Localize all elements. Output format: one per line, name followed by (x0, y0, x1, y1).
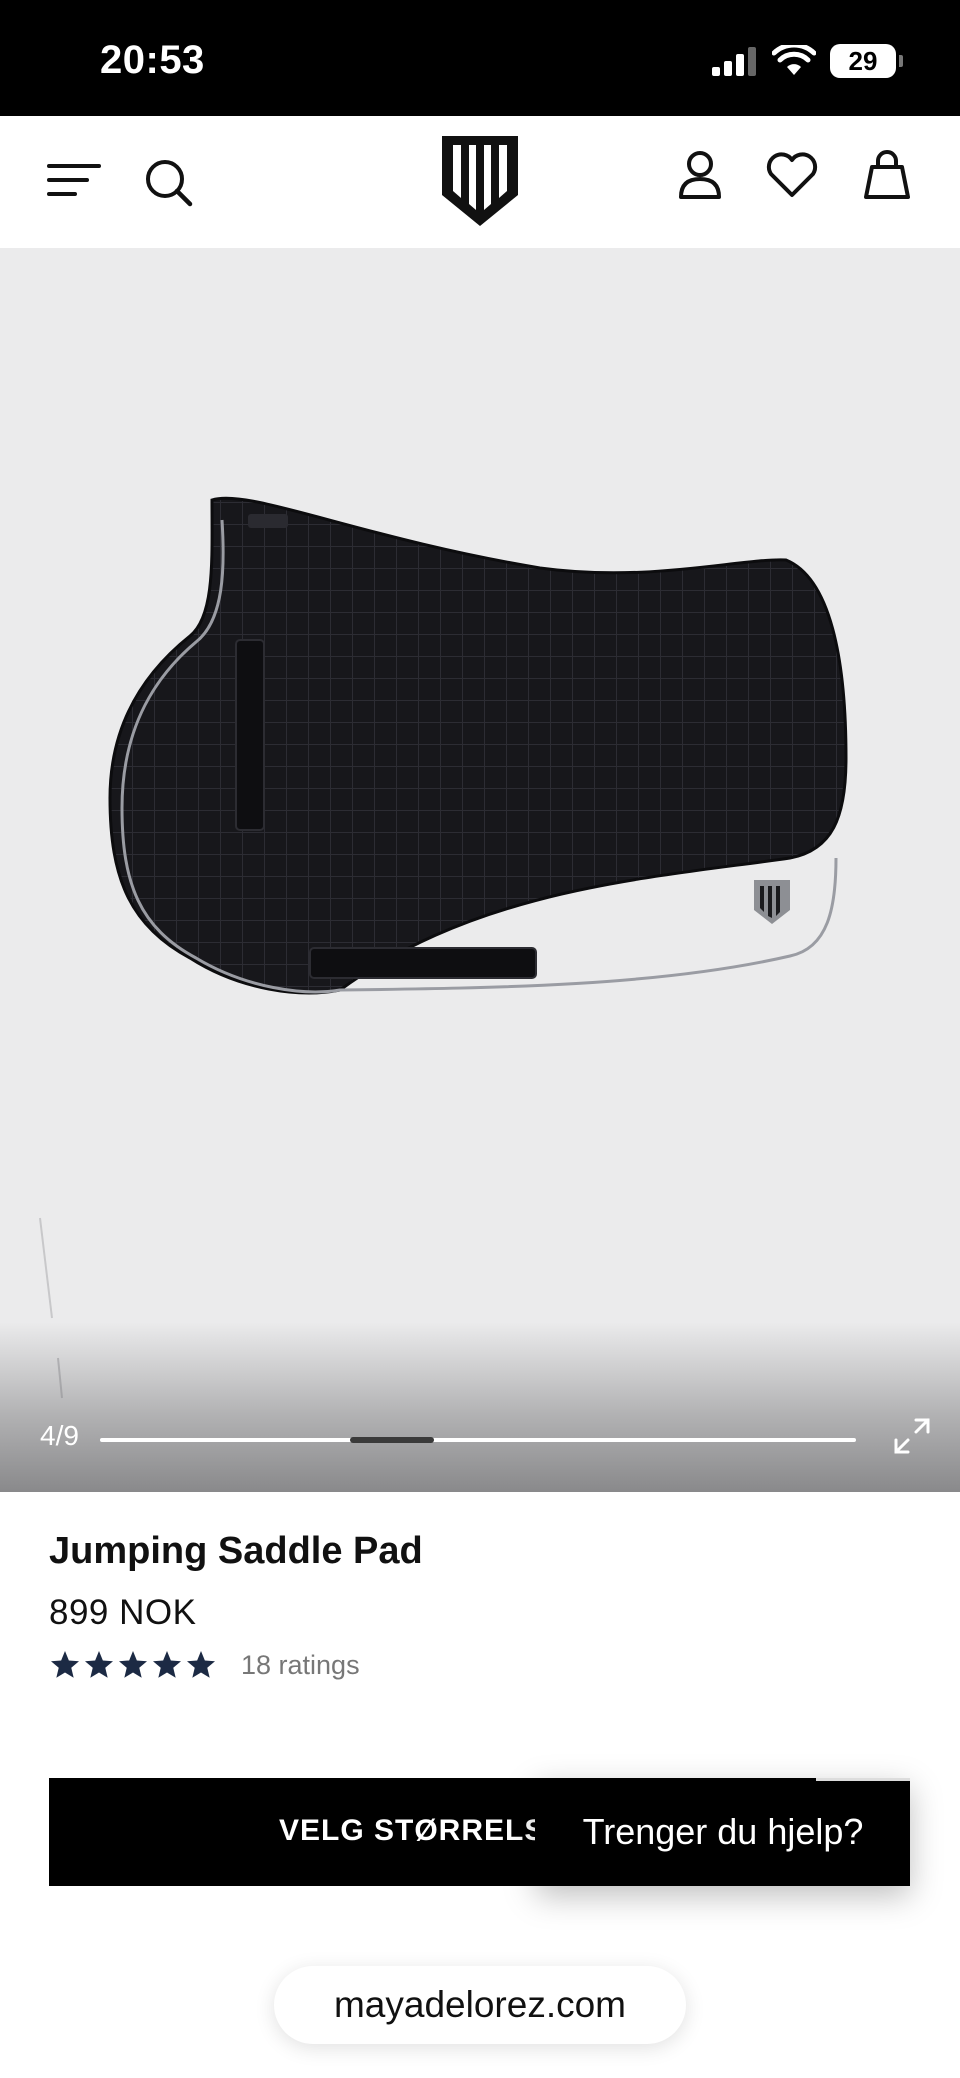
product-price: 899 NOK (49, 1593, 197, 1632)
star-icon (153, 1651, 181, 1678)
help-chat-label: Trenger du hjelp? (582, 1811, 864, 1852)
menu-icon[interactable] (46, 156, 102, 204)
star-icon (51, 1651, 79, 1678)
product-info: Jumping Saddle Pad 899 NOK 18 ratings (49, 1530, 423, 1681)
brand-shield-logo[interactable] (438, 132, 522, 230)
wifi-icon (772, 45, 816, 75)
signal-icon (712, 47, 756, 76)
rating-stars (49, 1649, 217, 1681)
help-divider (816, 1778, 910, 1781)
gallery-counter: 4/9 (40, 1420, 79, 1451)
heart-icon[interactable] (764, 150, 820, 200)
bag-icon[interactable] (862, 148, 912, 202)
select-size-label: VELG STØRRELSE (279, 1814, 535, 1847)
rating-count[interactable]: 18 ratings (241, 1650, 360, 1681)
gallery-progress-thumb[interactable] (350, 1437, 434, 1443)
status-bar: 20:53 29 (0, 0, 960, 116)
product-gallery[interactable]: 4/9 (0, 248, 960, 1492)
rating-row[interactable]: 18 ratings (49, 1649, 423, 1681)
product-title: Jumping Saddle Pad (49, 1530, 423, 1572)
browser-url: mayadelorez.com (333, 1984, 626, 2025)
star-icon (187, 1651, 215, 1678)
site-header (0, 116, 960, 248)
product-image-saddle-pad (39, 496, 848, 1399)
expand-icon[interactable] (892, 1416, 932, 1456)
browser-url-bar[interactable]: mayadelorez.com (274, 1966, 686, 2044)
gallery-progress-track[interactable] (100, 1437, 856, 1443)
status-time: 20:53 (100, 38, 205, 82)
battery-indicator: 29 (830, 44, 903, 78)
gallery-fade (0, 1322, 960, 1492)
user-icon[interactable] (676, 148, 724, 202)
help-chat-button[interactable]: Trenger du hjelp? (536, 1778, 910, 1886)
star-icon (85, 1651, 113, 1678)
search-icon[interactable] (142, 156, 196, 210)
star-icon (119, 1651, 147, 1678)
status-indicators: 29 (710, 44, 903, 78)
